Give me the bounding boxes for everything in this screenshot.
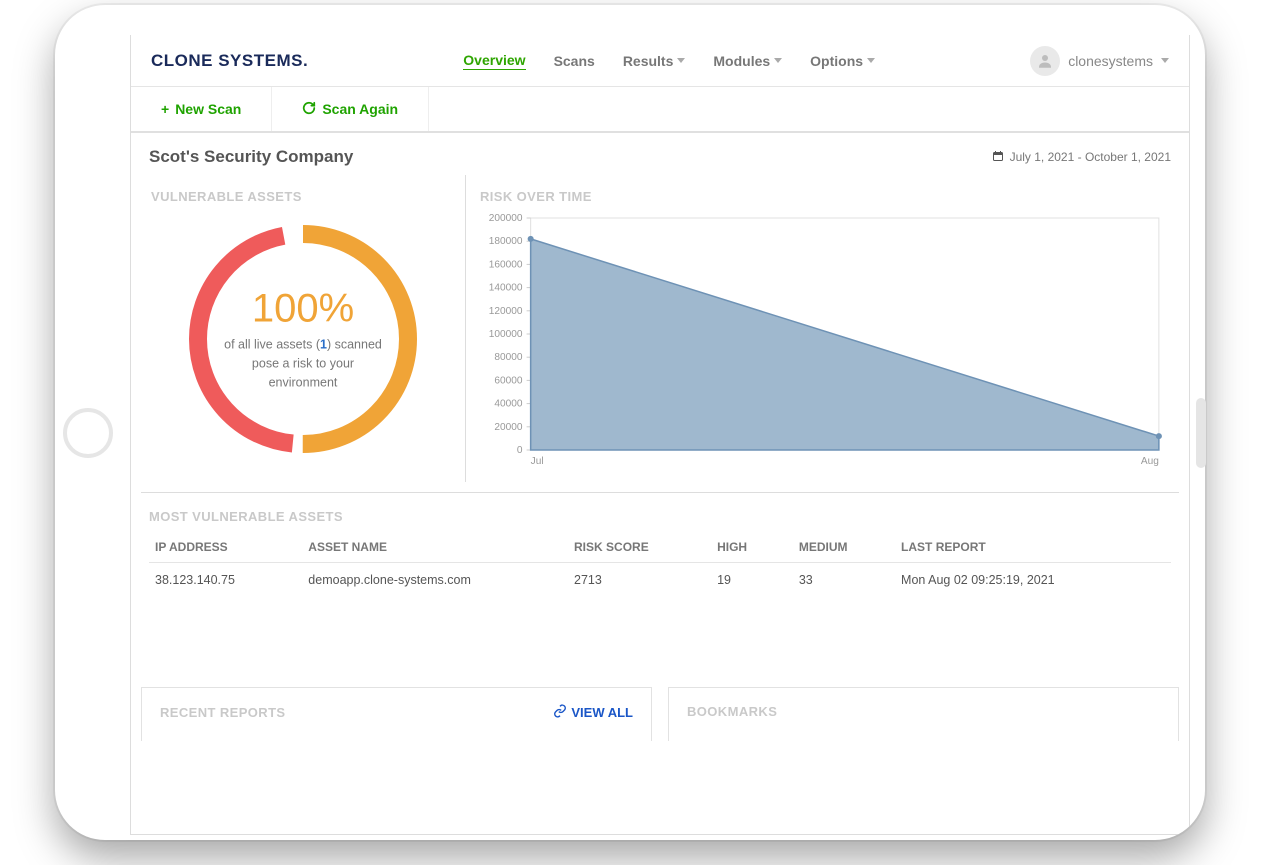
nav-options[interactable]: Options: [810, 53, 875, 69]
cell-risk: 2713: [568, 563, 711, 598]
most-vulnerable-panel: MOST VULNERABLE ASSETS IP ADDRESS ASSET …: [141, 492, 1179, 597]
vulnerable-assets-donut: 100% of all live assets (1) scanned pose…: [178, 214, 428, 464]
calendar-icon: [992, 150, 1004, 165]
action-bar: + New Scan Scan Again: [131, 87, 1189, 133]
chevron-down-icon: [867, 58, 875, 63]
cell-last-report: Mon Aug 02 09:25:19, 2021: [895, 563, 1171, 598]
user-icon: [1036, 52, 1054, 70]
col-ip[interactable]: IP ADDRESS: [149, 532, 302, 563]
svg-text:140000: 140000: [489, 283, 523, 294]
device-frame: CLONE SYSTEMS. Overview Scans Results Mo…: [55, 5, 1205, 840]
chevron-down-icon: [677, 58, 685, 63]
table-row[interactable]: 38.123.140.75 demoapp.clone-systems.com …: [149, 563, 1171, 598]
col-medium[interactable]: MEDIUM: [793, 532, 895, 563]
plus-icon: +: [161, 101, 169, 117]
new-scan-button[interactable]: + New Scan: [131, 87, 272, 131]
nav-results[interactable]: Results: [623, 53, 686, 69]
svg-text:40000: 40000: [494, 399, 523, 410]
cell-medium: 33: [793, 563, 895, 598]
vulnerable-percent: 100%: [218, 286, 388, 331]
user-name: clonesystems: [1068, 53, 1153, 69]
navbar: CLONE SYSTEMS. Overview Scans Results Mo…: [131, 35, 1189, 87]
risk-over-time-title: RISK OVER TIME: [480, 189, 1169, 204]
svg-text:80000: 80000: [494, 352, 523, 363]
vulnerable-assets-title: VULNERABLE ASSETS: [151, 189, 455, 204]
chevron-down-icon: [1161, 58, 1169, 63]
vulnerable-assets-panel: VULNERABLE ASSETS 100% of all: [141, 175, 466, 482]
nav-options-label: Options: [810, 53, 863, 69]
bottom-cards: RECENT REPORTS VIEW ALL BOOKMARKS: [131, 597, 1189, 741]
recent-reports-title: RECENT REPORTS: [160, 705, 286, 720]
app-screen: CLONE SYSTEMS. Overview Scans Results Mo…: [130, 35, 1190, 835]
svg-text:120000: 120000: [489, 306, 523, 317]
home-button[interactable]: [63, 408, 113, 458]
recent-reports-card: RECENT REPORTS VIEW ALL: [141, 687, 652, 741]
risk-chart: 0 20000 40000 60000 80000 100000 120000 140000 1…: [480, 212, 1169, 472]
col-high[interactable]: HIGH: [711, 532, 793, 563]
nav-modules-label: Modules: [713, 53, 770, 69]
most-vulnerable-table: IP ADDRESS ASSET NAME RISK SCORE HIGH ME…: [149, 532, 1171, 597]
chevron-down-icon: [774, 58, 782, 63]
svg-text:Aug: Aug: [1141, 456, 1159, 467]
cell-asset: demoapp.clone-systems.com: [302, 563, 568, 598]
bookmarks-title: BOOKMARKS: [687, 704, 777, 719]
svg-text:Jul: Jul: [531, 456, 544, 467]
asset-count: 1: [320, 337, 327, 351]
most-vulnerable-title: MOST VULNERABLE ASSETS: [149, 509, 1171, 524]
svg-text:20000: 20000: [494, 422, 523, 433]
bookmarks-card: BOOKMARKS: [668, 687, 1179, 741]
side-indicator: [1196, 398, 1206, 468]
sub-prefix: of all live assets (: [224, 337, 320, 351]
view-all-label: VIEW ALL: [571, 705, 633, 720]
date-range-text: July 1, 2021 - October 1, 2021: [1010, 150, 1171, 164]
cell-ip: 38.123.140.75: [149, 563, 302, 598]
col-risk[interactable]: RISK SCORE: [568, 532, 711, 563]
user-menu[interactable]: clonesystems: [1030, 46, 1169, 76]
nav-overview[interactable]: Overview: [463, 52, 525, 70]
vulnerable-subtext: of all live assets (1) scanned pose a ri…: [218, 335, 388, 391]
brand-logo: CLONE SYSTEMS.: [151, 51, 308, 71]
cell-high: 19: [711, 563, 793, 598]
dashboard-panels: VULNERABLE ASSETS 100% of all: [131, 175, 1189, 482]
title-row: Scot's Security Company July 1, 2021 - O…: [131, 133, 1189, 175]
nav-scans[interactable]: Scans: [554, 53, 595, 69]
svg-text:100000: 100000: [489, 329, 523, 340]
svg-text:200000: 200000: [489, 213, 523, 224]
nav-results-label: Results: [623, 53, 674, 69]
svg-text:0: 0: [517, 445, 523, 456]
col-last-report[interactable]: LAST REPORT: [895, 532, 1171, 563]
scan-again-label: Scan Again: [322, 101, 398, 117]
link-icon: [553, 704, 567, 721]
date-range-picker[interactable]: July 1, 2021 - October 1, 2021: [992, 150, 1171, 165]
col-asset[interactable]: ASSET NAME: [302, 532, 568, 563]
page-title: Scot's Security Company: [149, 147, 353, 167]
view-all-button[interactable]: VIEW ALL: [553, 704, 633, 721]
risk-over-time-panel: RISK OVER TIME 0 20000 40000 60000 80000 1000…: [466, 175, 1179, 482]
scan-again-button[interactable]: Scan Again: [272, 87, 429, 131]
nav-modules[interactable]: Modules: [713, 53, 782, 69]
avatar: [1030, 46, 1060, 76]
main-nav: Overview Scans Results Modules Options: [308, 52, 1030, 70]
svg-text:160000: 160000: [489, 259, 523, 270]
svg-text:180000: 180000: [489, 236, 523, 247]
refresh-icon: [302, 101, 316, 118]
svg-text:60000: 60000: [494, 375, 523, 386]
new-scan-label: New Scan: [175, 101, 241, 117]
